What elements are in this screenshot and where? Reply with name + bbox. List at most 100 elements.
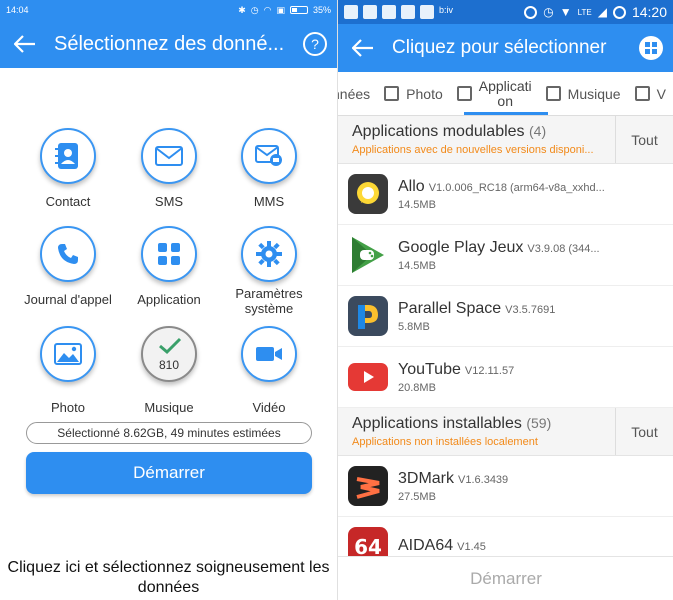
app-size: 5.8MB bbox=[398, 320, 430, 333]
select-all-grid-icon[interactable] bbox=[639, 36, 663, 60]
gear-icon bbox=[256, 241, 282, 267]
tab-checkbox[interactable] bbox=[456, 86, 472, 101]
network-type: LTE bbox=[577, 7, 592, 17]
phone-icon bbox=[58, 244, 78, 264]
section-updatable-apps: Applications modulables (4) Applications… bbox=[338, 116, 673, 164]
app-version: V1.0.006_RC18 (arm64-v8a_xxhd... bbox=[428, 181, 605, 194]
data-item-call-log[interactable]: Journal d'appel bbox=[12, 226, 124, 307]
selection-summary: Sélectionné 8.62GB, 49 minutes estimées bbox=[26, 422, 312, 444]
carrier-label: b:iv bbox=[439, 5, 454, 15]
selected-circle[interactable]: 810 bbox=[141, 326, 197, 382]
app-name: Google Play Jeux bbox=[398, 238, 524, 256]
tab-checkbox[interactable] bbox=[545, 86, 561, 101]
app-size: 27.5MB bbox=[398, 490, 436, 503]
list-item[interactable]: 3DMark V1.6.3439 27.5MB bbox=[338, 456, 673, 517]
app-grid-icon bbox=[158, 243, 180, 265]
bluetooth-icon: ✱ bbox=[238, 4, 246, 15]
tab-data[interactable]: nnées bbox=[338, 86, 370, 102]
status-bar: b:iv ◷ ▼ LTE ◢ 14:20 bbox=[338, 0, 673, 24]
list-item[interactable]: Google Play Jeux V3.9.08 (344... 14.5MB bbox=[338, 225, 673, 286]
battery-icon bbox=[289, 6, 308, 14]
data-item-sms[interactable]: SMS bbox=[113, 128, 225, 209]
image-notification-icon bbox=[363, 5, 377, 19]
status-bar: 14:04 ✱ ◷ ◠ ▣ 35% bbox=[0, 0, 337, 20]
battery-icon bbox=[612, 5, 626, 19]
image-icon bbox=[54, 343, 82, 365]
data-item-video[interactable]: Vidéo bbox=[213, 326, 325, 415]
tab-checkbox[interactable] bbox=[384, 86, 400, 101]
data-item-application[interactable]: Application bbox=[113, 226, 225, 307]
alarm-icon: ◷ bbox=[250, 4, 259, 15]
data-item-music[interactable]: 810 Musique bbox=[113, 326, 225, 415]
app-name: 3DMark bbox=[398, 469, 455, 487]
app-size: 14.5MB bbox=[398, 259, 436, 272]
checkmark-icon bbox=[159, 337, 182, 355]
status-time: 14:20 bbox=[631, 4, 667, 20]
start-button-disabled[interactable]: Démarrer bbox=[338, 556, 673, 600]
wifi-icon: ▼ bbox=[559, 5, 572, 19]
list-item[interactable]: Parallel Space V3.5.7691 5.8MB bbox=[338, 286, 673, 347]
youtube-icon bbox=[348, 357, 388, 397]
section-title: Applications modulables bbox=[352, 123, 525, 140]
app-size: 14.5MB bbox=[398, 198, 436, 211]
gmail-notification-icon bbox=[401, 5, 415, 19]
tab-checkbox[interactable] bbox=[634, 86, 650, 101]
list-item[interactable]: YouTube V12.11.57 20.8MB bbox=[338, 347, 673, 408]
app-version: V12.11.57 bbox=[464, 364, 515, 377]
data-item-label: SMS bbox=[154, 194, 184, 209]
play-games-icon bbox=[348, 235, 388, 275]
list-item[interactable]: Allo V1.0.006_RC18 (arm64-v8a_xxhd... 14.… bbox=[338, 164, 673, 225]
wifi-icon: ◠ bbox=[263, 4, 272, 15]
app-bar: Sélectionnez des donné... ? bbox=[0, 20, 337, 68]
left-screen: 14:04 ✱ ◷ ◠ ▣ 35% Sélectionnez des donné… bbox=[0, 0, 337, 600]
app-name: Parallel Space bbox=[398, 299, 502, 317]
instagram-notification-icon bbox=[420, 5, 434, 19]
allo-icon bbox=[348, 174, 388, 214]
skype-notification-icon bbox=[344, 5, 358, 19]
signal-icon: ◢ bbox=[597, 5, 607, 19]
app-version: V3.5.7691 bbox=[505, 303, 556, 316]
data-item-label: Journal d'appel bbox=[24, 292, 112, 307]
help-icon[interactable]: ? bbox=[303, 32, 327, 56]
alarm-icon: ◷ bbox=[543, 5, 554, 19]
back-arrow-icon[interactable] bbox=[10, 29, 40, 59]
app-bar: Cliquez pour sélectionner bbox=[338, 24, 673, 72]
app-size: 20.8MB bbox=[398, 381, 436, 394]
data-item-label: Vidéo bbox=[252, 400, 286, 415]
app-name: Allo bbox=[398, 177, 425, 195]
battery-percent: 35% bbox=[312, 5, 331, 15]
section-installable-apps: Applications installables (59) Applicati… bbox=[338, 408, 673, 456]
select-all-button[interactable]: Tout bbox=[615, 116, 673, 163]
tab-photo[interactable]: Photo bbox=[384, 86, 443, 102]
app-version: V1.45 bbox=[457, 540, 486, 553]
tab-video[interactable]: V bbox=[634, 86, 666, 102]
right-screen: b:iv ◷ ▼ LTE ◢ 14:20 Cliquez pour sélect… bbox=[337, 0, 673, 600]
category-tabs: nnées Photo Application Musique V bbox=[338, 72, 673, 116]
shield-notification-icon bbox=[382, 5, 396, 19]
data-item-photo[interactable]: Photo bbox=[12, 326, 124, 415]
app-name: YouTube bbox=[398, 360, 461, 378]
tab-music[interactable]: Musique bbox=[545, 86, 621, 102]
instruction-caption: Cliquez ici et sélectionnez soigneusemen… bbox=[7, 559, 330, 596]
app-name: AIDA64 bbox=[398, 536, 454, 554]
page-title: Cliquez pour sélectionner bbox=[392, 37, 607, 58]
start-button[interactable]: Démarrer bbox=[26, 452, 312, 494]
data-item-label: Contact bbox=[45, 194, 91, 209]
section-count: (4) bbox=[529, 123, 547, 139]
page-title: Sélectionnez des donné... bbox=[54, 32, 285, 55]
data-item-system-settings[interactable]: Paramètres système bbox=[213, 226, 325, 316]
section-subtitle: Applications avec de nouvelles versions … bbox=[352, 144, 594, 156]
envelope-icon bbox=[155, 146, 183, 166]
back-arrow-icon[interactable] bbox=[348, 33, 378, 63]
section-subtitle: Applications non installées localement bbox=[352, 436, 538, 448]
selected-count: 810 bbox=[158, 358, 180, 372]
app-version: V1.6.3439 bbox=[458, 473, 509, 486]
select-all-button[interactable]: Tout bbox=[615, 408, 673, 455]
section-count: (59) bbox=[526, 415, 552, 431]
parallel-space-icon bbox=[348, 296, 388, 336]
data-item-contact[interactable]: Contact bbox=[12, 128, 124, 209]
tab-application[interactable]: Applicati on bbox=[456, 78, 532, 109]
data-item-label: Paramètres système bbox=[235, 286, 303, 316]
sim-icon: ▣ bbox=[276, 4, 285, 15]
data-item-mms[interactable]: MMS bbox=[213, 128, 325, 209]
